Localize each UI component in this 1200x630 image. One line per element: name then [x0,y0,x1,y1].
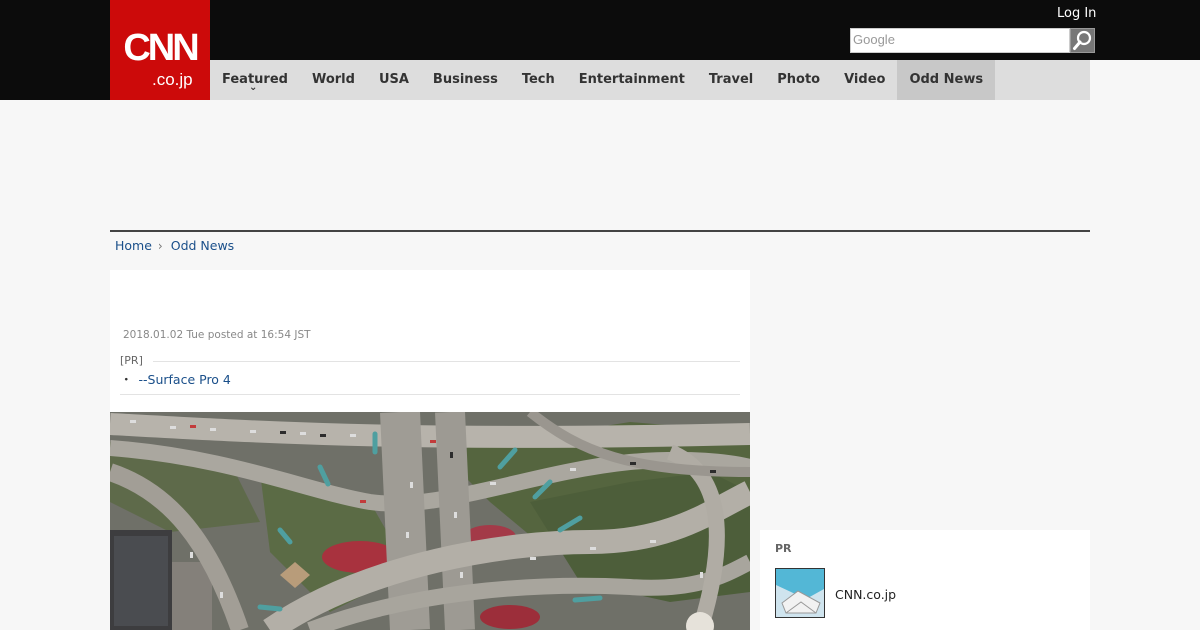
pr-thumbnail[interactable] [775,568,825,618]
article-dateline: 2018.01.02 Tue posted at 16:54 JST [123,329,311,341]
pr-link[interactable]: --Surface Pro 4 [139,372,231,387]
article-photo [110,412,750,630]
chevron-down-icon: ⌄ [248,82,258,93]
divider [110,230,1090,232]
pr-header: [PR] [120,354,740,368]
nav-item-usa[interactable]: USA [367,60,421,100]
nav-item-label: Business [432,72,498,87]
pr-list-item: ・ --Surface Pro 4 [120,372,740,388]
logo-text: CNN [123,27,199,69]
search-input[interactable]: Google [850,28,1070,53]
nav-item-tech[interactable]: Tech [510,60,567,100]
pr-block: [PR] ・ --Surface Pro 4 [120,354,740,395]
article-card: 2018.01.02 Tue posted at 16:54 JST [PR] … [110,270,750,630]
pr-item-link[interactable]: CNN.co.jp [835,587,896,602]
pr-label: [PR] [120,354,143,367]
nav-item-label: Tech [521,72,555,87]
sidebar-pr-card: PR CNN.co.jp [760,530,1090,630]
pr-divider [152,360,740,362]
nav-item-business[interactable]: Business [421,60,510,100]
nav-item-label: USA [378,72,409,87]
nav-item-video[interactable]: Video [832,60,897,100]
pr-divider-bottom [120,394,740,395]
login-link[interactable]: Log In [1057,5,1096,23]
nav-item-featured[interactable]: Featured ⌄ [210,60,300,100]
header-corner [1090,60,1200,100]
search-button[interactable] [1070,28,1095,53]
search-placeholder: Google [853,32,895,47]
nav-item-odd-news[interactable]: Odd News [897,60,996,100]
nav-item-label: World [311,72,355,87]
highway-photo-image [110,412,750,630]
nav-item-label: Travel [708,72,754,87]
nav-item-label: Video [844,72,886,87]
chevron-right-icon: › [157,239,163,253]
logo-subtext: .co.jp [152,70,193,89]
mail-icon [776,569,824,617]
nav-item-photo[interactable]: Photo [765,60,832,100]
nav-item-label: Odd News [909,72,984,87]
breadcrumb-home[interactable]: Home [115,237,152,255]
nav-item-label: Entertainment [578,72,685,87]
nav-item-entertainment[interactable]: Entertainment [567,60,697,100]
main-nav: Featured ⌄ World USA Business Tech Enter… [210,60,1090,100]
sidebar-pr-label: PR [775,542,792,555]
bullet: ・ [120,372,133,387]
nav-item-label: Photo [777,72,821,87]
search-icon [1073,30,1092,50]
breadcrumb-current[interactable]: Odd News [171,237,234,255]
breadcrumb: Home › Odd News [115,237,234,255]
nav-item-travel[interactable]: Travel [697,60,765,100]
cnn-logo[interactable]: CNN .co.jp [110,0,210,100]
nav-item-world[interactable]: World [300,60,367,100]
